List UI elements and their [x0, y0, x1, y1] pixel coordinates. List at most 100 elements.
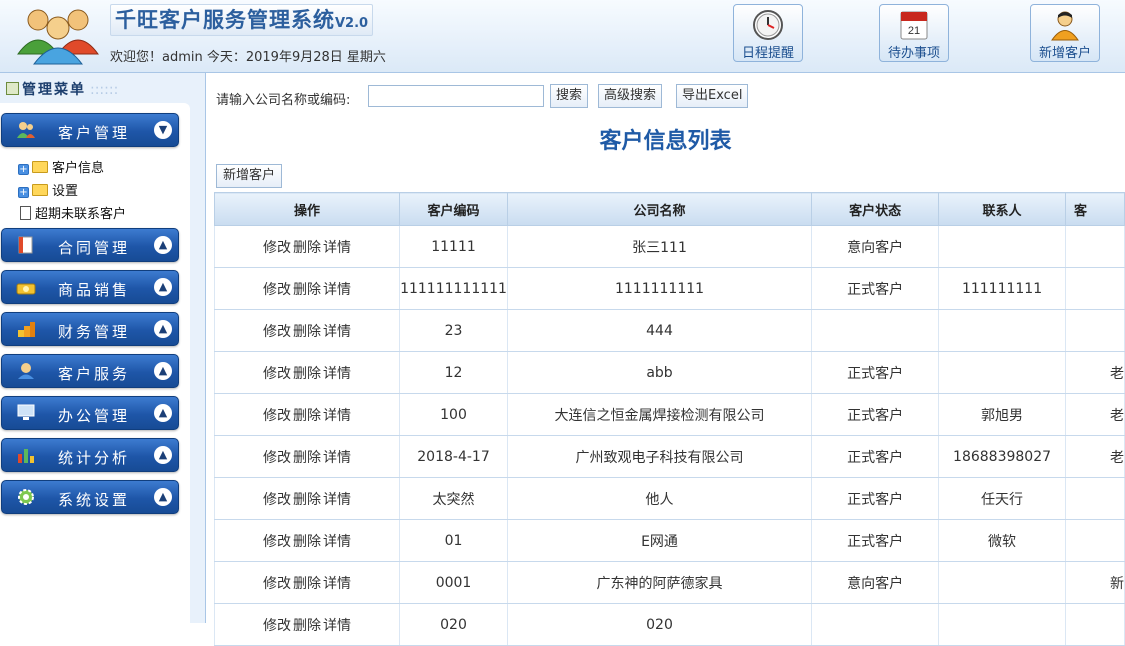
- edit-link[interactable]: 修改: [263, 408, 291, 424]
- delete-link[interactable]: 删除: [293, 408, 321, 424]
- menu-panel: 客户管理 ▼ + 客户信息 + 设置 超期未联系客户 合同管理 ▲ 商品销售 ▲ 财…: [0, 103, 190, 623]
- expand-icon[interactable]: ▲: [154, 362, 172, 380]
- menu-label: 商品销售: [58, 281, 131, 299]
- edit-link[interactable]: 修改: [263, 240, 291, 256]
- edit-link[interactable]: 修改: [263, 534, 291, 550]
- menu-statistics-analysis[interactable]: 统计分析 ▲: [1, 438, 179, 472]
- collapse-icon[interactable]: ▼: [154, 121, 172, 139]
- delete-link[interactable]: 删除: [293, 324, 321, 340]
- cell-code: 23: [399, 309, 508, 352]
- detail-link[interactable]: 详情: [323, 576, 351, 592]
- menu-office-management[interactable]: 办公管理 ▲: [1, 396, 179, 430]
- header: 千旺客户服务管理系统V2.0 欢迎您！admin 今天：2019年9月28日 星…: [0, 0, 1125, 73]
- search-label: 请输入公司名称或编码:: [216, 93, 351, 108]
- edit-link[interactable]: 修改: [263, 576, 291, 592]
- expand-icon[interactable]: ▲: [154, 404, 172, 422]
- delete-link[interactable]: 删除: [293, 450, 321, 466]
- expand-icon[interactable]: ▲: [154, 488, 172, 506]
- edit-link[interactable]: 修改: [263, 282, 291, 298]
- detail-link[interactable]: 详情: [323, 324, 351, 340]
- cell-status: 正式客户: [811, 351, 940, 394]
- column-header-contact: 联系人: [938, 192, 1066, 226]
- table-row: 修改 删除 详情 太突然 他人 正式客户 任天行: [213, 477, 1125, 520]
- folder-icon: [32, 161, 48, 173]
- delete-link[interactable]: 删除: [293, 366, 321, 382]
- row-actions: 修改 删除 详情: [213, 351, 401, 394]
- new-customer-header-button[interactable]: 新增客户: [1030, 4, 1100, 62]
- app-title-box: 千旺客户服务管理系统V2.0: [110, 4, 374, 36]
- export-excel-button[interactable]: 导出Excel: [676, 84, 749, 108]
- delete-link[interactable]: 删除: [293, 618, 321, 634]
- row-actions: 修改 删除 详情: [213, 393, 401, 436]
- cell-status: 意向客户: [811, 561, 940, 604]
- menu-label: 统计分析: [58, 449, 131, 467]
- expand-icon[interactable]: ▲: [154, 236, 172, 254]
- expand-icon[interactable]: ▲: [154, 320, 172, 338]
- cell-extra: 新: [1064, 561, 1125, 604]
- row-actions: 修改 删除 详情: [213, 309, 401, 352]
- menu-product-sales[interactable]: 商品销售 ▲: [1, 270, 179, 304]
- cell-code: 12: [399, 351, 508, 394]
- delete-link[interactable]: 删除: [293, 492, 321, 508]
- delete-link[interactable]: 删除: [293, 576, 321, 592]
- cell-status: 正式客户: [811, 477, 940, 520]
- detail-link[interactable]: 详情: [323, 450, 351, 466]
- search-button[interactable]: 搜索: [550, 84, 589, 108]
- delete-link[interactable]: 删除: [293, 282, 321, 298]
- edit-link[interactable]: 修改: [263, 492, 291, 508]
- cell-code: 020: [399, 603, 508, 646]
- tree-item-customer-info[interactable]: + 客户信息: [18, 157, 104, 176]
- cell-company: 广州致观电子科技有限公司: [506, 435, 813, 478]
- menu-customer-management[interactable]: 客户管理 ▼: [1, 113, 179, 147]
- chart-icon: [18, 449, 34, 463]
- detail-link[interactable]: 详情: [323, 240, 351, 256]
- delete-link[interactable]: 删除: [293, 240, 321, 256]
- sidebar: 管理菜单:::::: 客户管理 ▼ + 客户信息 + 设置 超期未联系客户 合同管理…: [0, 73, 206, 623]
- tree-item-label: 客户信息: [52, 161, 105, 176]
- edit-link[interactable]: 修改: [263, 450, 291, 466]
- search-input[interactable]: [368, 85, 544, 107]
- menu-list-icon: [6, 82, 19, 95]
- cell-company: 张三111: [506, 225, 813, 268]
- menu-title: 管理菜单: [22, 82, 86, 98]
- edit-link[interactable]: 修改: [263, 324, 291, 340]
- menu-finance-management[interactable]: 财务管理 ▲: [1, 312, 179, 346]
- detail-link[interactable]: 详情: [323, 408, 351, 424]
- edit-link[interactable]: 修改: [263, 618, 291, 634]
- delete-link[interactable]: 删除: [293, 534, 321, 550]
- detail-link[interactable]: 详情: [323, 492, 351, 508]
- row-actions: 修改 删除 详情: [213, 267, 401, 310]
- expand-icon[interactable]: ▲: [154, 446, 172, 464]
- detail-link[interactable]: 详情: [323, 366, 351, 382]
- tree-item-overdue-customers[interactable]: 超期未联系客户: [20, 203, 126, 222]
- expand-plus-icon[interactable]: +: [18, 187, 29, 198]
- cell-status: 意向客户: [811, 225, 940, 268]
- coins-icon: [18, 322, 35, 337]
- expand-plus-icon[interactable]: +: [18, 164, 29, 175]
- todo-button[interactable]: 21 待办事项: [879, 4, 949, 62]
- tree-item-settings[interactable]: + 设置: [18, 180, 78, 199]
- menu-contract-management[interactable]: 合同管理 ▲: [1, 228, 179, 262]
- cell-company: 他人: [506, 477, 813, 520]
- table-header-row: 操作 客户编码 公司名称 客户状态 联系人 客: [213, 192, 1125, 226]
- menu-system-settings[interactable]: 系统设置 ▲: [1, 480, 179, 514]
- cell-status: 正式客户: [811, 435, 940, 478]
- detail-link[interactable]: 详情: [323, 618, 351, 634]
- menu-customer-service[interactable]: 客户服务 ▲: [1, 354, 179, 388]
- table-row: 修改 删除 详情 01 E网通 正式客户 微软: [213, 519, 1125, 562]
- cell-contact: 111111111: [938, 267, 1066, 310]
- user-add-icon: [1051, 11, 1079, 41]
- add-customer-button[interactable]: 新增客户: [216, 164, 283, 188]
- cell-contact: [938, 603, 1066, 646]
- expand-icon[interactable]: ▲: [154, 278, 172, 296]
- computer-icon: [17, 404, 35, 420]
- menu-label: 办公管理: [58, 407, 131, 425]
- cell-extra: [1064, 477, 1125, 520]
- edit-link[interactable]: 修改: [263, 366, 291, 382]
- detail-link[interactable]: 详情: [323, 534, 351, 550]
- detail-link[interactable]: 详情: [323, 282, 351, 298]
- row-actions: 修改 删除 详情: [213, 603, 401, 646]
- column-header-operations: 操作: [213, 192, 401, 226]
- advanced-search-button[interactable]: 高级搜索: [598, 84, 663, 108]
- schedule-reminder-button[interactable]: 日程提醒: [733, 4, 803, 62]
